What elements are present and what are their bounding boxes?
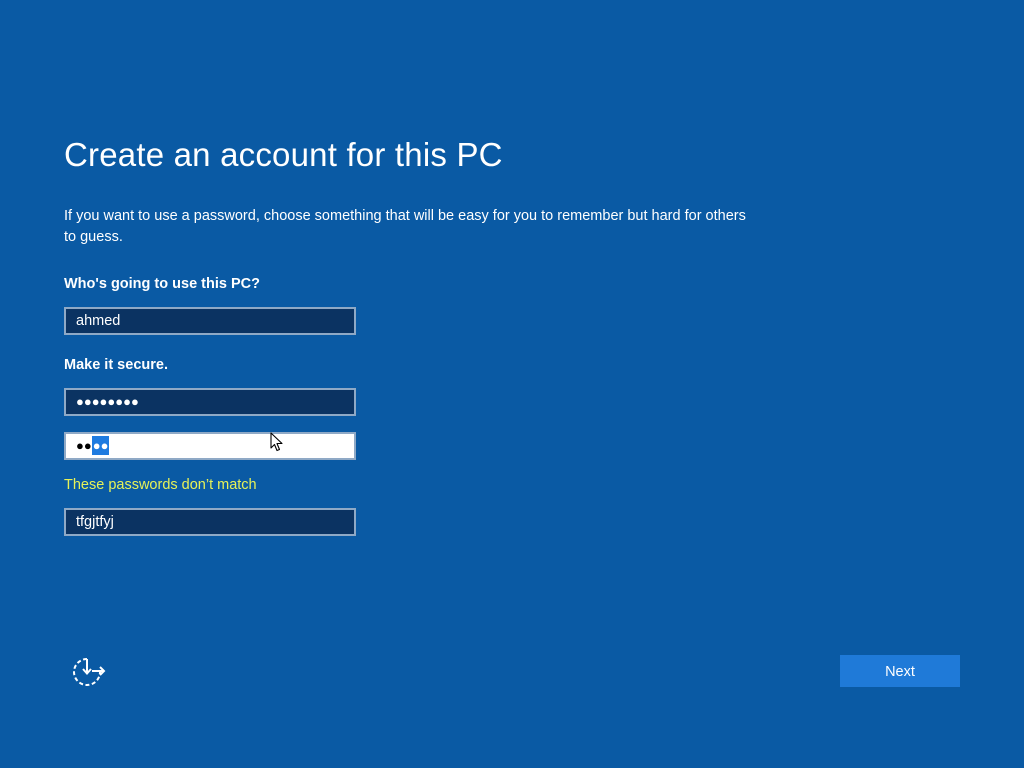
ease-of-access-icon[interactable]: [70, 656, 106, 688]
mouse-cursor-icon: [270, 432, 283, 452]
password-value: ●●●●●●●●: [76, 394, 139, 409]
username-input[interactable]: ahmed: [64, 307, 356, 335]
password-hint-value: tfgjtfyj: [76, 514, 114, 530]
password-label: Make it secure.: [64, 357, 168, 373]
username-label: Who's going to use this PC?: [64, 276, 260, 292]
password-hint-input[interactable]: tfgjtfyj: [64, 508, 356, 536]
next-button[interactable]: Next: [840, 655, 960, 687]
confirm-password-selection: ●●: [91, 436, 110, 455]
confirm-password-input[interactable]: ●●●●: [64, 432, 356, 460]
password-input[interactable]: ●●●●●●●●: [64, 388, 356, 416]
description-text: If you want to use a password, choose so…: [64, 208, 746, 245]
confirm-password-value: ●●: [76, 438, 92, 453]
username-value: ahmed: [76, 313, 121, 329]
page-title: Create an account for this PC: [64, 136, 503, 173]
password-mismatch-error: These passwords don’t match: [64, 477, 257, 493]
